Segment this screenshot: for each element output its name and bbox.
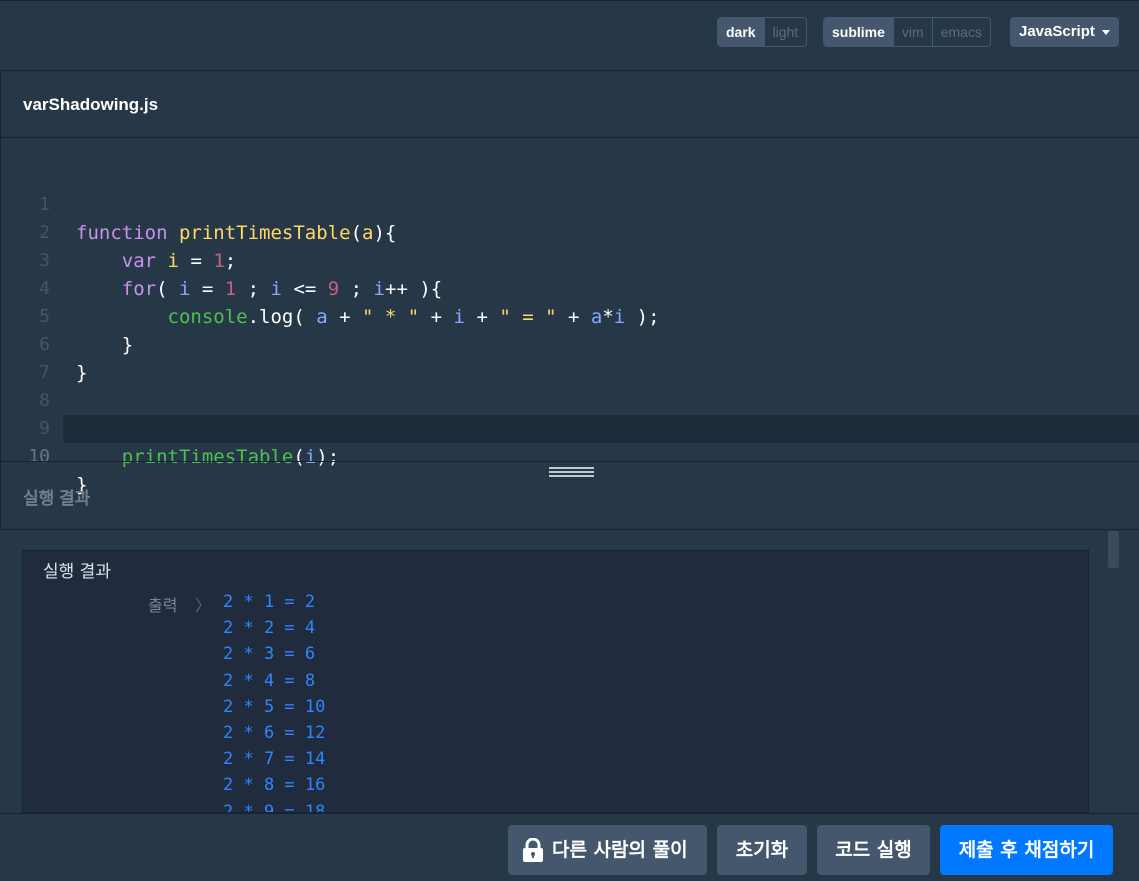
file-tab-bar: varShadowing.js — [0, 71, 1139, 138]
submit-button[interactable]: 제출 후 채점하기 — [940, 825, 1113, 875]
output-scrollbar[interactable] — [1108, 531, 1119, 568]
code-line[interactable]: 6 } — [1, 303, 1139, 384]
line-number: 9 — [39, 418, 50, 439]
others-solutions-button[interactable]: 다른 사람의 풀이 — [508, 825, 707, 875]
output-lines: 2 * 1 = 2 2 * 2 = 4 2 * 3 = 6 2 * 4 = 8 … — [223, 589, 326, 813]
run-code-button[interactable]: 코드 실행 — [817, 825, 930, 875]
code-line[interactable]: 8 for( var i = 2 ; i <= 9 ; i++ ){ — [1, 359, 1139, 440]
editor-toolbar: dark light sublime vim emacs JavaScript — [0, 0, 1139, 71]
lock-icon — [523, 838, 543, 862]
output-line: 2 * 3 = 6 — [223, 644, 316, 665]
output-line: 2 * 6 = 12 — [223, 722, 326, 743]
chevron-right-icon: 〉 — [195, 598, 212, 615]
keymap-emacs-option[interactable]: emacs — [931, 18, 990, 46]
code-line[interactable]: 2 var i = 1; — [1, 191, 1139, 272]
output-line: 2 * 2 = 4 — [223, 618, 316, 639]
theme-dark-option[interactable]: dark — [718, 18, 764, 46]
code-line-current[interactable]: 10 } — [28, 415, 1139, 496]
output-line: 2 * 7 = 14 — [223, 749, 326, 770]
keymap-vim-option[interactable]: vim — [892, 18, 932, 46]
action-bar: 다른 사람의 풀이 초기화 코드 실행 제출 후 채점하기 — [0, 813, 1139, 881]
output-label: 출력 — [148, 596, 178, 615]
others-solutions-label: 다른 사람의 풀이 — [552, 839, 688, 861]
result-panel-header: 실행 결과 — [0, 461, 1139, 530]
file-name: varShadowing.js — [23, 95, 159, 114]
output-line: 2 * 9 = 18 — [223, 801, 326, 813]
theme-toggle: dark light — [717, 17, 808, 47]
output-line: 2 * 4 = 8 — [223, 670, 316, 691]
output-line: 2 * 8 = 16 — [223, 775, 326, 796]
code-line[interactable]: 5 } — [1, 275, 1139, 356]
code-line[interactable]: 1 function printTimesTable(a){ — [1, 163, 1139, 244]
code-line[interactable]: 3 for( i = 1 ; i <= 9 ; i++ ){ — [1, 219, 1139, 300]
code-editor[interactable]: 1 function printTimesTable(a){ 2 var i =… — [0, 138, 1139, 496]
language-select-value: JavaScript — [1019, 23, 1095, 40]
language-select[interactable]: JavaScript — [1010, 17, 1119, 47]
code-line[interactable]: 7 — [1, 331, 1139, 383]
console-title: 실행 결과 — [43, 562, 111, 582]
output-line: 2 * 5 = 10 — [223, 696, 326, 717]
keymap-sublime-option[interactable]: sublime — [824, 18, 893, 46]
output-line: 2 * 1 = 2 — [223, 592, 316, 612]
reset-button[interactable]: 초기화 — [717, 825, 807, 875]
result-panel-title: 실행 결과 — [23, 489, 91, 508]
keymap-toggle: sublime vim emacs — [823, 17, 991, 47]
caret-down-icon — [1102, 30, 1110, 35]
code-line[interactable]: 4 console.log( a + " * " + i + " = " + a… — [1, 247, 1139, 328]
code-line[interactable]: 9 printTimesTable(i); — [1, 387, 1139, 468]
resize-handle-icon[interactable] — [549, 467, 594, 477]
theme-light-option[interactable]: light — [763, 18, 807, 46]
output-console: 실행 결과 출력 〉 2 * 1 = 2 2 * 2 = 4 2 * 3 = 6… — [22, 550, 1089, 813]
